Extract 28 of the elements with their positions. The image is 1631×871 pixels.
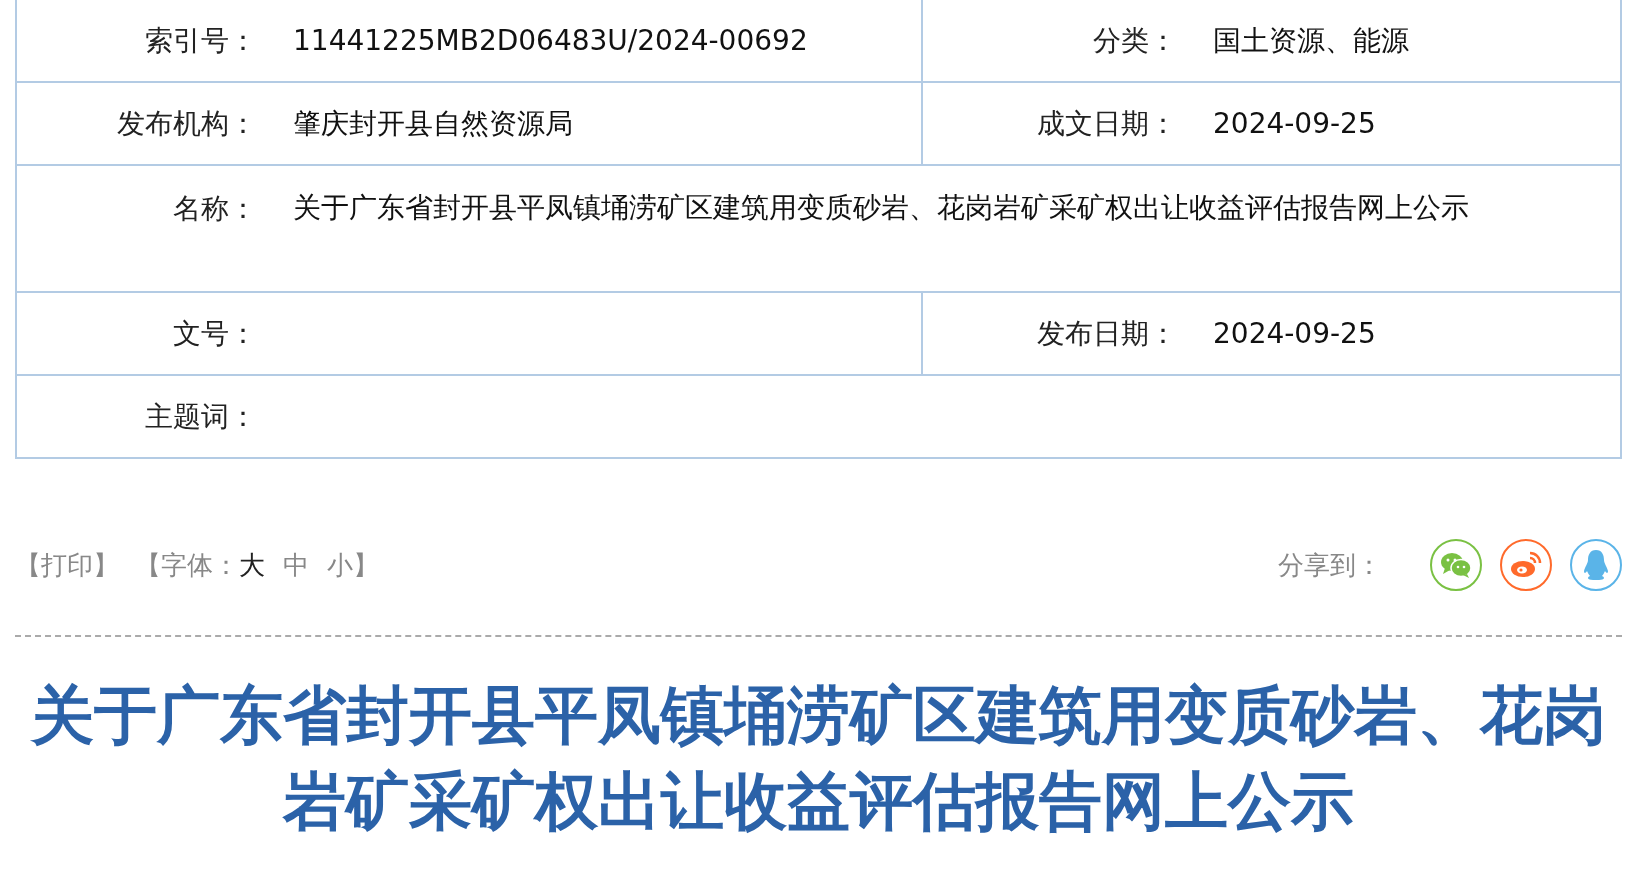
share-label: 分享到： [1278, 548, 1382, 582]
font-size-link[interactable]: 小 [327, 547, 353, 583]
share-button[interactable] [1430, 539, 1482, 591]
field-label: 成文日期： [1036, 105, 1177, 142]
field-value: 肇庆封开县自然资源局 [292, 105, 574, 142]
font-size-link[interactable]: 大 [239, 547, 265, 583]
field-label: 分类： [1092, 22, 1177, 59]
font-size-link[interactable]: 中 [283, 547, 309, 583]
print-link[interactable]: 【打印】 [15, 547, 119, 583]
share-button[interactable] [1570, 539, 1622, 591]
share-button[interactable] [1500, 539, 1552, 591]
field-label: 索引号： [144, 22, 257, 59]
field-value: 11441225MB2D06483U/2024-00692 [292, 22, 809, 59]
article-title: 关于广东省封开县平凤镇埇涝矿区建筑用变质砂岩、花岗岩矿采矿权出让收益评估报告网上公示 [29, 678, 1607, 840]
field-label: 名称： [172, 191, 257, 227]
penguin-icon [1583, 549, 1609, 581]
field-label: 文号： [172, 315, 257, 352]
field-label: 主题词： [144, 398, 257, 435]
field-label: 发布机构： [116, 105, 257, 142]
chat-bubbles-icon [1440, 551, 1472, 579]
field-label: 发布日期： [1036, 315, 1177, 352]
bracket-text: 】 [353, 548, 379, 582]
field-value: 2024-09-25 [1212, 105, 1377, 142]
font-size-label: 【字体： [135, 548, 239, 582]
eye-waves-icon [1510, 551, 1542, 579]
field-value: 关于广东省封开县平凤镇埇涝矿区建筑用变质砂岩、花岗岩矿采矿权出让收益评估报告网上公示 [292, 190, 1470, 226]
field-value: 国土资源、能源 [1212, 22, 1410, 59]
field-value: 2024-09-25 [1212, 315, 1377, 352]
